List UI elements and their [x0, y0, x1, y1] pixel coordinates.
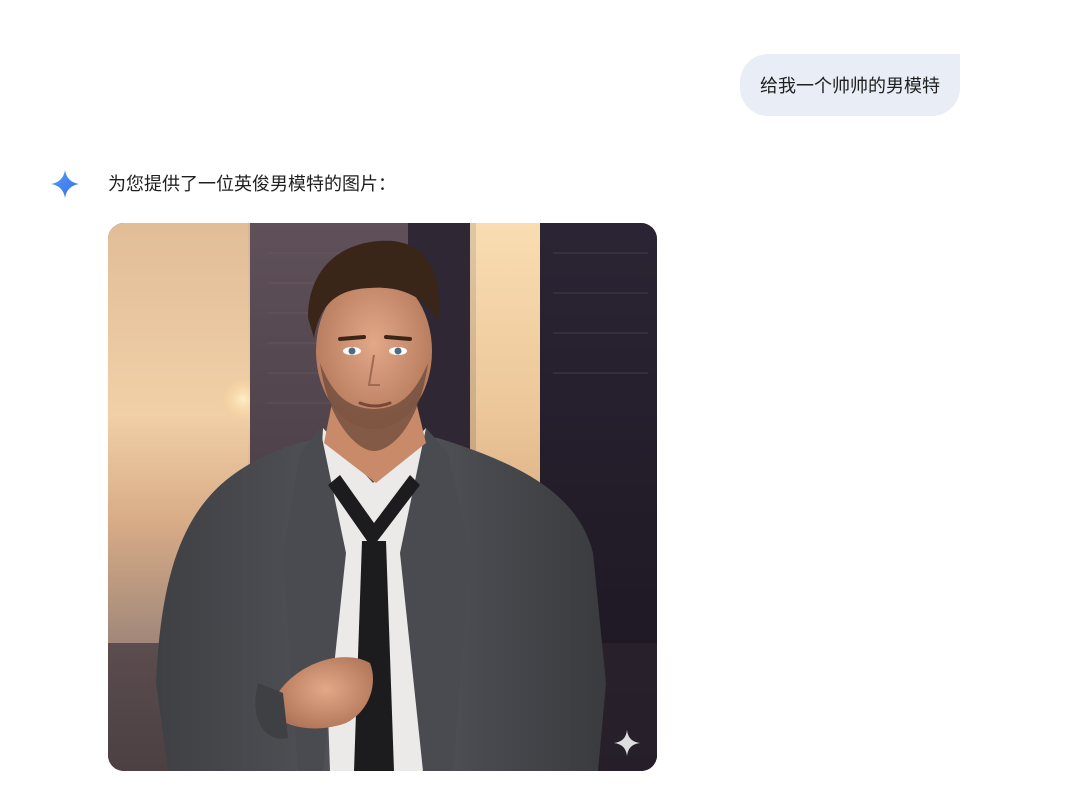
gemini-sparkle-icon — [51, 170, 79, 198]
user-message-text: 给我一个帅帅的男模特 — [760, 76, 940, 97]
generated-image[interactable] — [108, 223, 657, 771]
model-portrait-photo — [108, 223, 657, 771]
model-response-text: 为您提供了一位英俊男模特的图片： — [108, 174, 396, 195]
sparkle-watermark-icon — [614, 730, 640, 756]
user-message-bubble: 给我一个帅帅的男模特 — [740, 54, 960, 116]
user-message-row: 给我一个帅帅的男模特 — [0, 54, 960, 116]
chat-page: 给我一个帅帅的男模特 为您提供了一位英俊男模特的图片： — [0, 0, 1080, 801]
